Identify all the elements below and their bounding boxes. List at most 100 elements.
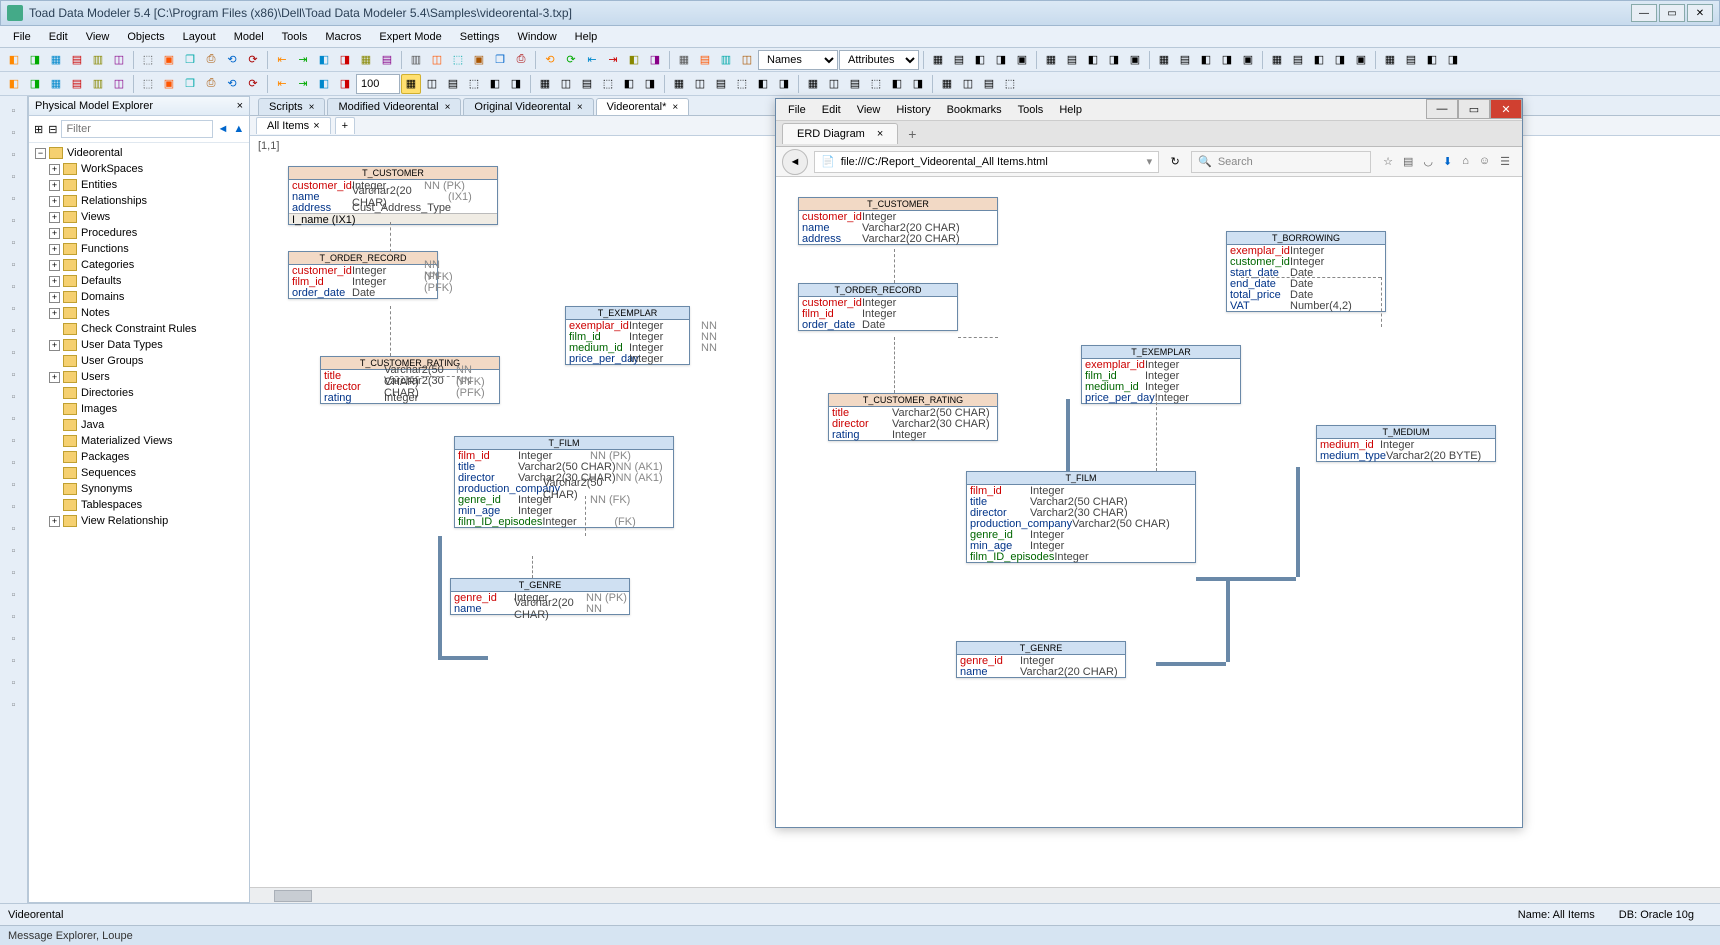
new-tab-button[interactable]: +	[898, 122, 926, 146]
close-icon[interactable]: ×	[672, 102, 678, 113]
edge-button[interactable]: ▫	[5, 102, 23, 120]
toolbar-button[interactable]: ▦	[937, 74, 957, 94]
toolbar-button[interactable]: ⟲	[540, 50, 560, 70]
edge-button[interactable]: ▫	[5, 256, 23, 274]
toolbar-button[interactable]: ▥	[406, 50, 426, 70]
tree-toggle-icon[interactable]: +	[49, 228, 60, 239]
erd-table-t_medium[interactable]: T_MEDIUMmedium_idIntegermedium_typeVarch…	[1316, 425, 1496, 462]
tree-toggle-icon[interactable]: +	[49, 260, 60, 271]
toolbar-button[interactable]: ▤	[67, 74, 87, 94]
toolbar-button[interactable]: ◧	[624, 50, 644, 70]
toolbar-button[interactable]: ◧	[4, 50, 24, 70]
toolbar-button[interactable]: ◫	[958, 74, 978, 94]
tree-node-procedures[interactable]: +Procedures	[31, 225, 247, 241]
toolbar-button[interactable]: ▣	[1125, 50, 1145, 70]
erd-table-t_customer[interactable]: T_CUSTOMERcustomer_idIntegerNN (PK)nameV…	[288, 166, 498, 225]
toolbar-button[interactable]: ▣	[1012, 50, 1032, 70]
toolbar-button[interactable]: ◨	[25, 50, 45, 70]
edge-button[interactable]: ▫	[5, 564, 23, 582]
tree-node-defaults[interactable]: +Defaults	[31, 273, 247, 289]
browser-menu-edit[interactable]: Edit	[814, 102, 849, 118]
toolbar-button[interactable]: ▦	[535, 74, 555, 94]
toolbar-button[interactable]: ◧	[4, 74, 24, 94]
tree-node-synonyms[interactable]: Synonyms	[31, 481, 247, 497]
tree-node-notes[interactable]: +Notes	[31, 305, 247, 321]
zoom-input[interactable]	[356, 74, 400, 94]
chat-icon[interactable]: ☺	[1479, 155, 1490, 168]
toolbar-button[interactable]: ⬚	[732, 74, 752, 94]
tree-node-check-constraint-rules[interactable]: Check Constraint Rules	[31, 321, 247, 337]
toolbar-button[interactable]: ◨	[774, 74, 794, 94]
erd-table-t_film[interactable]: T_FILMfilm_idIntegerNN (PK)titleVarchar2…	[454, 436, 674, 528]
browser-menu-view[interactable]: View	[849, 102, 889, 118]
toolbar-button[interactable]: ▤	[1401, 50, 1421, 70]
toolbar-button[interactable]: ▦	[928, 50, 948, 70]
toolbar-button[interactable]: ▦	[46, 74, 66, 94]
toolbar-button[interactable]: ▤	[711, 74, 731, 94]
edge-button[interactable]: ▫	[5, 476, 23, 494]
attributes-select[interactable]: Attributes	[839, 50, 919, 70]
menu-help[interactable]: Help	[566, 29, 607, 45]
edge-button[interactable]: ▫	[5, 344, 23, 362]
erd-table-t_order_record[interactable]: T_ORDER_RECORDcustomer_idIntegerNN (PFK)…	[288, 251, 438, 299]
doctab-videorental-[interactable]: Videorental*×	[596, 98, 690, 115]
toolbar-button[interactable]: ▤	[377, 50, 397, 70]
toolbar-button[interactable]: ⇤	[272, 50, 292, 70]
toolbar-button[interactable]: ◫	[737, 50, 757, 70]
names-select[interactable]: Names	[758, 50, 838, 70]
reload-icon[interactable]: ↻	[1165, 152, 1185, 172]
erd-table-t_film[interactable]: T_FILMfilm_idIntegertitleVarchar2(50 CHA…	[966, 471, 1196, 563]
edge-button[interactable]: ▫	[5, 300, 23, 318]
toolbar-button[interactable]: ◧	[1196, 50, 1216, 70]
close-icon[interactable]: ×	[313, 120, 319, 132]
subtab-add[interactable]: +	[335, 117, 355, 134]
explorer-close-icon[interactable]: ×	[237, 100, 243, 112]
toolbar-button[interactable]: ❐	[180, 74, 200, 94]
toolbar-button[interactable]: ▦	[803, 74, 823, 94]
close-button[interactable]: ✕	[1687, 4, 1713, 22]
tree-expand-icon[interactable]: ⊞	[33, 119, 44, 139]
tree-node-domains[interactable]: +Domains	[31, 289, 247, 305]
browser-maximize-button[interactable]: ▭	[1458, 99, 1490, 119]
edge-button[interactable]: ▫	[5, 498, 23, 516]
toolbar-button[interactable]: ⇤	[272, 74, 292, 94]
toolbar-button[interactable]: ▤	[443, 74, 463, 94]
toolbar-button[interactable]: ▦	[46, 50, 66, 70]
erd-table-t_customer_rating[interactable]: T_CUSTOMER_RATINGtitleVarchar2(50 CHAR)d…	[828, 393, 998, 441]
toolbar-button[interactable]: ⬚	[598, 74, 618, 94]
close-icon[interactable]: ×	[577, 102, 583, 113]
toolbar-button[interactable]: ▦	[1154, 50, 1174, 70]
toolbar-button[interactable]: ▦	[1041, 50, 1061, 70]
back-button[interactable]: ◄	[782, 149, 808, 175]
toolbar-button[interactable]: ◫	[422, 74, 442, 94]
edge-button[interactable]: ▫	[5, 366, 23, 384]
menu-expert-mode[interactable]: Expert Mode	[370, 29, 450, 45]
toolbar-button[interactable]: ❐	[180, 50, 200, 70]
toolbar-button[interactable]: ▤	[1062, 50, 1082, 70]
edge-button[interactable]: ▫	[5, 608, 23, 626]
menu-window[interactable]: Window	[509, 29, 566, 45]
edge-button[interactable]: ▫	[5, 652, 23, 670]
tree-toggle-icon[interactable]: +	[49, 212, 60, 223]
edge-button[interactable]: ▫	[5, 410, 23, 428]
edge-button[interactable]: ▫	[5, 212, 23, 230]
toolbar-button[interactable]: ▦	[674, 50, 694, 70]
tree-node-tablespaces[interactable]: Tablespaces	[31, 497, 247, 513]
toolbar-button[interactable]: ◧	[485, 74, 505, 94]
browser-search[interactable]: 🔍 Search	[1191, 151, 1371, 173]
toolbar-button[interactable]: ⇥	[603, 50, 623, 70]
close-icon[interactable]: ×	[309, 102, 315, 113]
toolbar-button[interactable]: ◨	[645, 50, 665, 70]
toolbar-button[interactable]: ◫	[690, 74, 710, 94]
toolbar-button[interactable]: ◧	[619, 74, 639, 94]
toolbar-button[interactable]: ⇥	[293, 50, 313, 70]
edge-button[interactable]: ▫	[5, 630, 23, 648]
toolbar-button[interactable]: ▣	[1238, 50, 1258, 70]
menu-macros[interactable]: Macros	[316, 29, 370, 45]
toolbar-button[interactable]: ◧	[1083, 50, 1103, 70]
toolbar-button[interactable]: ⬚	[464, 74, 484, 94]
erd-table-t_borrowing[interactable]: T_BORROWINGexemplar_idIntegercustomer_id…	[1226, 231, 1386, 312]
model-tree[interactable]: −Videorental+WorkSpaces+Entities+Relatio…	[29, 143, 249, 902]
tree-node-view-relationship[interactable]: +View Relationship	[31, 513, 247, 529]
tree-toggle-icon[interactable]: +	[49, 292, 60, 303]
